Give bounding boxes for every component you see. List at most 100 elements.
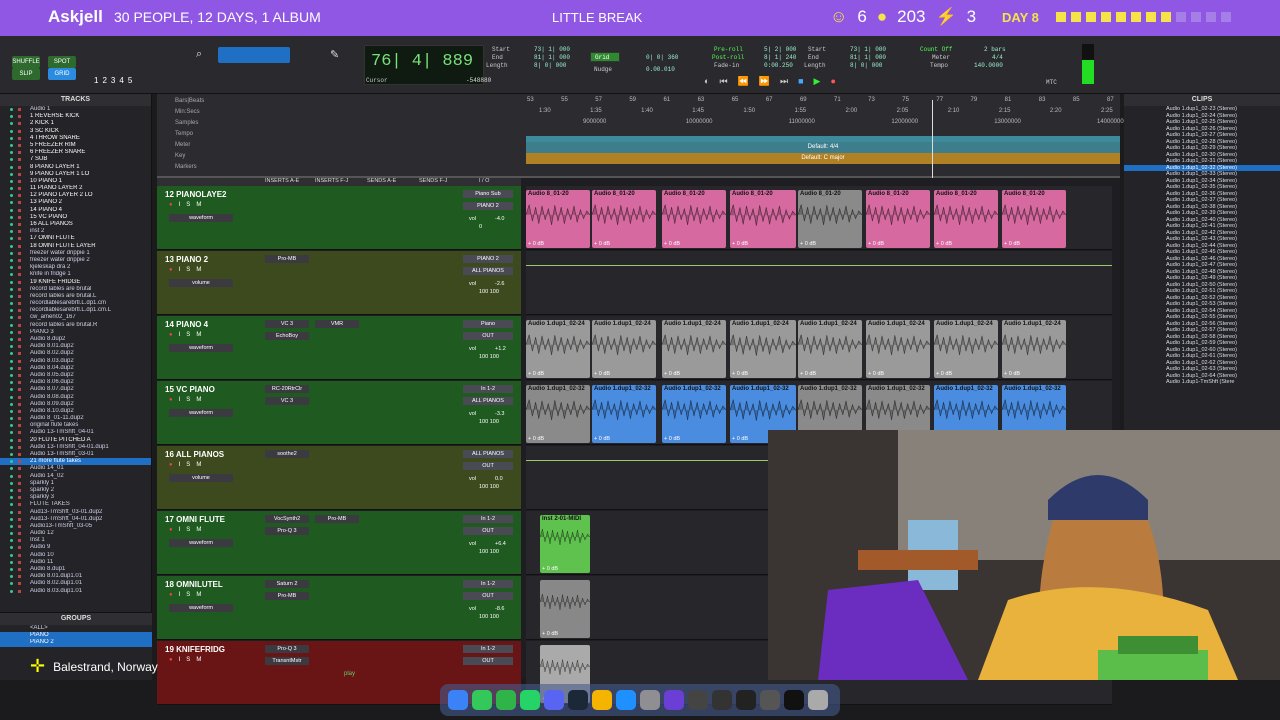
track-list-item[interactable]: Audio 14_02: [0, 473, 151, 480]
input-monitor-button[interactable]: I: [179, 332, 181, 338]
insert-slot[interactable]: RC-20RtrClr: [265, 385, 309, 393]
mute-button[interactable]: M: [196, 397, 201, 403]
pan-value[interactable]: 100 100: [479, 484, 499, 490]
track-active-dot[interactable]: [10, 589, 13, 593]
output-selector[interactable]: PIANO 2: [463, 202, 513, 210]
track-list-item[interactable]: Audio 9: [0, 544, 151, 551]
meter-ruler[interactable]: Default: 4/4: [526, 142, 1120, 153]
track-list-item[interactable]: cw_amen02_167: [0, 314, 151, 321]
record-arm-icon[interactable]: ●: [169, 267, 173, 273]
spot-button[interactable]: SPOT: [48, 56, 76, 68]
track-list-item[interactable]: 10 PIANO 1: [0, 178, 151, 185]
mute-button[interactable]: M: [196, 592, 201, 598]
insert-slot[interactable]: VC 3: [265, 320, 309, 328]
zoom-1[interactable]: 1: [94, 76, 98, 85]
audio-clip[interactable]: Audio 1.dup1_02-32 + 0 dB: [592, 385, 656, 443]
track-active-dot[interactable]: [10, 294, 13, 298]
track-list-item[interactable]: Audio 1: [0, 106, 151, 113]
return-to-zero-icon[interactable]: ⏮: [719, 76, 727, 87]
track-active-dot[interactable]: [10, 431, 13, 435]
track-view-selector[interactable]: waveform: [169, 539, 233, 547]
track-active-dot[interactable]: [10, 338, 13, 341]
track-active-dot[interactable]: [10, 460, 13, 464]
track-list-item[interactable]: Audio 8.06.dup2: [0, 379, 151, 386]
track-list-item[interactable]: Audio 8.03.dup1.01: [0, 588, 151, 595]
track-list-item[interactable]: Audio 8.09.dup2: [0, 401, 151, 408]
volume-value[interactable]: -8.6: [495, 606, 504, 612]
track-active-dot[interactable]: [10, 165, 13, 169]
track-list-item[interactable]: Audio 10: [0, 552, 151, 559]
mute-button[interactable]: M: [196, 527, 201, 533]
track-list-item[interactable]: 17 OMNI FLUTE: [0, 235, 151, 242]
solo-button[interactable]: S: [186, 657, 190, 663]
audio-clip[interactable]: Audio 1.dup1_02-32 + 0 dB: [526, 385, 590, 443]
track-active-dot[interactable]: [10, 143, 13, 147]
record-arm-icon[interactable]: ●: [169, 462, 173, 468]
track-active-dot[interactable]: [10, 323, 13, 327]
track-active-dot[interactable]: [10, 215, 13, 219]
audio-clip[interactable]: Audio 1.dup1_02-24 + 0 dB: [934, 320, 998, 378]
track-list-item[interactable]: Audio 8.05.dup2: [0, 372, 151, 379]
track-list-item[interactable]: 13 PIANO 2: [0, 199, 151, 206]
grid-toggle[interactable]: Grid: [590, 52, 620, 62]
track-active-dot[interactable]: [10, 179, 13, 183]
insert-slot[interactable]: Saturn 2: [265, 580, 309, 588]
output-selector[interactable]: OUT: [463, 657, 513, 665]
track-view-selector[interactable]: waveform: [169, 344, 233, 352]
track-active-dot[interactable]: [10, 510, 13, 514]
track-list-item[interactable]: 3 SC KICK: [0, 128, 151, 135]
mute-button[interactable]: M: [196, 657, 201, 663]
track-list-item[interactable]: 18 OMNI FLUTE LAYER: [0, 243, 151, 250]
channel-name[interactable]: 14 PIANO 4: [165, 320, 208, 329]
track-list-item[interactable]: Audio 8.10.dup2: [0, 408, 151, 415]
input-monitor-button[interactable]: I: [179, 202, 181, 208]
channel-name[interactable]: 19 KNIFEFRIDG: [165, 645, 225, 654]
volume-value[interactable]: +6.4: [495, 541, 506, 547]
track-active-dot[interactable]: [10, 438, 13, 442]
channel-name[interactable]: 18 OMNILUTEL: [165, 580, 223, 589]
mute-button[interactable]: M: [196, 332, 201, 338]
volume-value[interactable]: -2.6: [495, 281, 504, 287]
track-list-item[interactable]: Audio 13-TmShft_04-01: [0, 429, 151, 436]
track-list-item[interactable]: 1 REVERSE KICK: [0, 113, 151, 120]
track-list-item[interactable]: Audio 8.01.dup1.01: [0, 573, 151, 580]
end-value-2[interactable]: 81| 1| 000: [850, 54, 886, 62]
zoom-3[interactable]: 3: [111, 76, 115, 85]
track-active-dot[interactable]: [10, 136, 13, 140]
zoom-icon[interactable]: ⌕: [196, 48, 210, 62]
audio-clip[interactable]: Audio 8_01-20 + 0 dB: [866, 190, 930, 248]
channel-strip[interactable]: 13 PIANO 2 ● I S Mvolume Pro-MB PIANO 2 ALL PIA…: [157, 251, 521, 315]
start-value-2[interactable]: 73| 1| 000: [850, 46, 886, 54]
zoom-5[interactable]: 5: [128, 76, 132, 85]
track-active-dot[interactable]: [10, 266, 13, 270]
track-lane[interactable]: Audio 1.dup1_02-24 + 0 dB Audio 1.dup1_02-…: [526, 316, 1112, 380]
track-list-item[interactable]: Audio 8.08.dup2: [0, 394, 151, 401]
audio-clip[interactable]: Audio 1.dup1_02-24 + 0 dB: [592, 320, 656, 378]
mute-button[interactable]: M: [196, 267, 201, 273]
track-list-item[interactable]: PIANO 3: [0, 329, 151, 336]
track-active-dot[interactable]: [10, 381, 13, 385]
track-list-item[interactable]: 14 PIANO 4: [0, 207, 151, 214]
track-active-dot[interactable]: [10, 122, 13, 126]
channel-strip[interactable]: 17 OMNI FLUTE ● I S Mwaveform VocSynth2 Pro-Q …: [157, 511, 521, 575]
track-active-dot[interactable]: [10, 517, 13, 521]
track-active-dot[interactable]: [10, 251, 13, 255]
track-list-item[interactable]: Audio 12: [0, 530, 151, 537]
track-active-dot[interactable]: [10, 395, 13, 399]
solo-button[interactable]: S: [186, 267, 190, 273]
trash-icon[interactable]: [808, 690, 828, 710]
countoff-value[interactable]: 2 bars: [984, 46, 1006, 54]
solo-button[interactable]: S: [186, 527, 190, 533]
track-list-item[interactable]: Inst 1: [0, 537, 151, 544]
rewind-icon[interactable]: ⏪: [738, 76, 749, 87]
track-active-dot[interactable]: [10, 158, 13, 162]
track-active-dot[interactable]: [10, 560, 13, 564]
audio-clip[interactable]: Audio 8_01-20 + 0 dB: [662, 190, 726, 248]
channel-name[interactable]: 12 PIANOLAYE2: [165, 190, 227, 199]
track-active-dot[interactable]: [10, 287, 13, 291]
stop-icon[interactable]: ■: [798, 76, 803, 87]
track-active-dot[interactable]: [10, 201, 13, 205]
audio-clip[interactable]: Audio 8_01-20 + 0 dB: [1002, 190, 1066, 248]
pencil-icon[interactable]: ✎: [330, 48, 339, 61]
insert-slot[interactable]: Pro-Q 3: [265, 527, 309, 535]
